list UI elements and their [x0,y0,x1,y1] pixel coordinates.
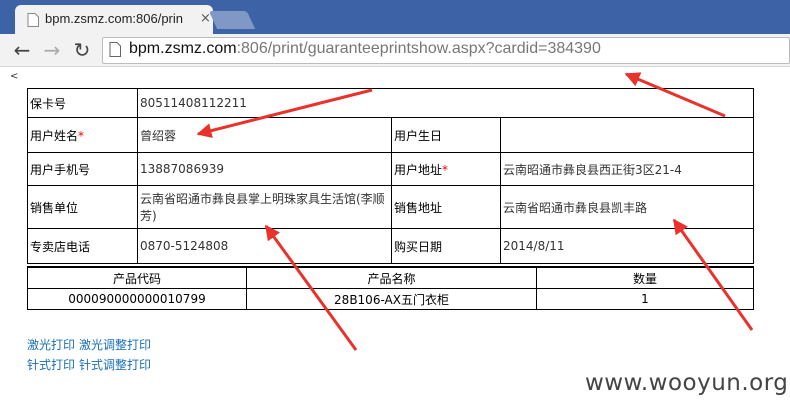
address-value: 云南昭通市彝良县西正街3区21-4 [500,152,754,186]
sales-address-label: 销售地址 [391,185,501,229]
laser-print-link[interactable]: 激光打印 [27,338,75,352]
store-phone-label: 专卖店电话 [27,228,138,264]
product-name: 28B106-AX五门衣柜 [246,288,537,310]
browser-toolbar: ← → ↻ bpm.zsmz.com:806/print/guaranteepr… [0,34,790,67]
table-row: 000090000000010799 28B106-AX五门衣柜 1 [27,288,754,310]
stray-character: < [10,71,19,82]
sales-address-value: 云南省昭通市彝良县凯丰路 [500,185,754,229]
birthday-label: 用户生日 [391,117,501,153]
store-phone-value: 0870-5124808 [137,228,392,264]
reload-icon[interactable]: ↻ [70,38,94,62]
user-name-value: 曾绍蓉 [137,117,392,153]
watermark: www.wooyun.org [585,370,789,396]
product-quantity: 1 [536,288,754,310]
column-header: 数量 [536,266,754,289]
phone-value: 13887086939 [137,152,392,186]
needle-print-link[interactable]: 针式打印 [27,358,75,372]
card-no-value: 80511408112211 [137,88,754,118]
birthday-value [500,117,754,153]
card-no-label: 保卡号 [27,88,138,118]
sales-unit-value: 云南省昭通市彝良县掌上明珠家具生活馆(李顺芳) [137,185,392,229]
sales-unit-label: 销售单位 [27,185,138,229]
url-host: bpm.zsmz.com [129,40,237,57]
new-tab-button[interactable] [208,11,256,29]
browser-tab[interactable]: bpm.zsmz.com:806/prin × [15,5,213,34]
needle-print-links: 针式打印 针式调整打印 [27,356,155,373]
forward-arrow-icon[interactable]: → [40,38,64,62]
address-bar[interactable]: bpm.zsmz.com:806/print/guaranteeprintsho… [102,37,790,64]
back-arrow-icon[interactable]: ← [10,38,34,62]
product-code: 000090000000010799 [27,288,247,310]
column-header: 产品名称 [246,266,537,289]
page-icon [109,42,121,57]
product-table: 产品代码 产品名称 数量 000090000000010799 28B106-A… [27,266,754,310]
address-label: 用户地址* [391,152,501,186]
tab-title: bpm.zsmz.com:806/prin [45,11,183,26]
table-header-row: 产品代码 产品名称 数量 [27,266,754,289]
user-name-label: 用户姓名* [27,117,138,153]
column-header: 产品代码 [27,266,247,289]
tab-strip: bpm.zsmz.com:806/prin × [0,0,790,34]
purchase-date-label: 购买日期 [391,228,501,264]
laser-print-links: 激光打印 激光调整打印 [27,336,155,353]
purchase-date-value: 2014/8/11 [500,228,754,264]
warranty-info-table: 保卡号 80511408112211 用户姓名* 曾绍蓉 用户生日 用户手机号 … [27,88,754,264]
needle-adjust-print-link[interactable]: 针式调整打印 [79,358,151,372]
url-path: :806/print/guaranteeprintshow.aspx?cardi… [236,40,601,57]
page-icon [27,13,39,27]
url-text[interactable]: bpm.zsmz.com:806/print/guaranteeprintsho… [129,40,601,58]
laser-adjust-print-link[interactable]: 激光调整打印 [79,338,151,352]
phone-label: 用户手机号 [27,152,138,186]
